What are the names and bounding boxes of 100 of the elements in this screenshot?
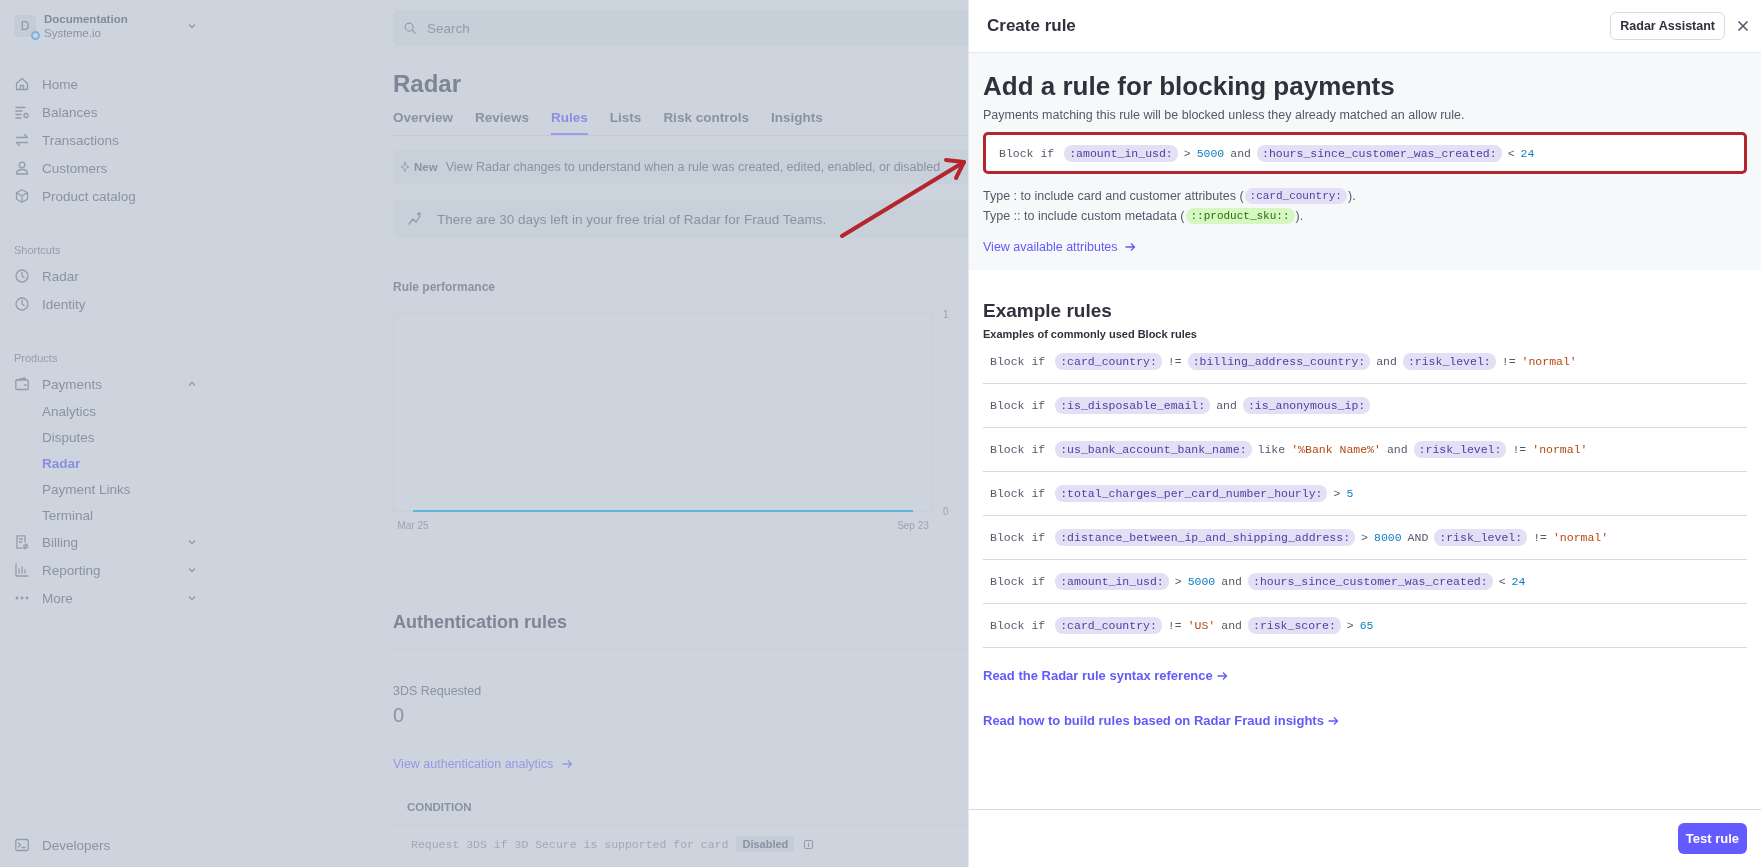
notice-text: View Radar changes to understand when a rule was created, edited, enabled, or disabled bbox=[445, 160, 941, 174]
string-value: 'normal' bbox=[1532, 443, 1588, 456]
attribute-token: :hours_since_customer_was_created: bbox=[1248, 573, 1493, 590]
test-rule-button[interactable]: Test rule bbox=[1677, 823, 1747, 854]
clock-icon bbox=[14, 268, 30, 284]
rule-keyword: Block if bbox=[990, 443, 1046, 456]
attribute-token: :distance_between_ip_and_shipping_address: bbox=[1055, 529, 1356, 546]
panel-heading: Add a rule for blocking payments bbox=[983, 71, 1396, 102]
page-title: Radar bbox=[393, 70, 463, 98]
nav-item[interactable]: Customers bbox=[42, 160, 203, 176]
trial-text: There are 30 days left in your free trial of Radar for Fraud Teams. bbox=[437, 211, 827, 227]
attribute-token: :is_anonymous_ip: bbox=[1242, 397, 1371, 414]
operator: > bbox=[1333, 487, 1341, 500]
nav-item[interactable]: Identity bbox=[42, 296, 203, 312]
account-subtitle: Systeme.io bbox=[44, 26, 102, 40]
sparkle-icon bbox=[399, 161, 411, 173]
metric-value: 0 bbox=[393, 704, 406, 727]
tab[interactable]: Overview bbox=[393, 108, 454, 135]
tab[interactable]: Rules bbox=[551, 108, 588, 135]
string-value: '%Bank Name%' bbox=[1291, 443, 1381, 456]
nav-subitem[interactable]: Payment Links bbox=[42, 481, 131, 497]
operator: < bbox=[1498, 575, 1506, 588]
arrow-right-icon bbox=[1123, 241, 1136, 253]
operator: < bbox=[1507, 146, 1515, 160]
reference-link[interactable]: Read how to build rules based on Radar Fraud insights bbox=[983, 713, 1324, 728]
tab[interactable]: Reviews bbox=[475, 108, 530, 135]
cube-icon bbox=[14, 188, 30, 204]
nav-item[interactable]: Balances bbox=[42, 104, 203, 120]
section-title: Rule performance bbox=[393, 280, 497, 294]
nav-item[interactable]: Home bbox=[42, 76, 203, 92]
close-icon[interactable] bbox=[1737, 20, 1749, 32]
rule-keyword: Block if bbox=[990, 399, 1046, 412]
tab[interactable]: Lists bbox=[609, 108, 642, 135]
section-subtitle: Examples of commonly used Block rules bbox=[983, 328, 1198, 340]
attributes-link[interactable]: View available attributes bbox=[983, 240, 1118, 254]
panel-title: Create rule bbox=[987, 16, 1077, 36]
number-value: 5 bbox=[1346, 487, 1354, 500]
arrow-right-icon bbox=[1326, 714, 1339, 727]
attribute-token: :total_charges_per_card_number_hourly: bbox=[1055, 485, 1328, 502]
operator: != bbox=[1167, 355, 1182, 368]
tab[interactable]: Risk controls bbox=[663, 108, 749, 135]
operator: > bbox=[1361, 531, 1368, 544]
metric-label: 3DS Requested bbox=[393, 684, 483, 698]
new-label: New bbox=[414, 161, 438, 173]
operator: > bbox=[1174, 575, 1182, 588]
nav-subitem[interactable]: Terminal bbox=[42, 507, 93, 523]
nav-item[interactable]: Radar bbox=[42, 268, 203, 284]
nav-subitem[interactable]: Disputes bbox=[42, 429, 95, 445]
attribute-token: :risk_level: bbox=[1413, 441, 1507, 458]
nav-item[interactable]: More bbox=[42, 590, 175, 606]
number-value: 5000 bbox=[1187, 575, 1216, 588]
nav-item[interactable]: Payments bbox=[42, 376, 175, 392]
nav-item[interactable]: Billing bbox=[42, 534, 175, 550]
attribute-token: :hours_since_customer_was_created: bbox=[1257, 144, 1502, 162]
nav-item[interactable]: Reporting bbox=[42, 562, 175, 578]
nav-item[interactable]: Product catalog bbox=[42, 188, 203, 204]
sparkle-chart-icon bbox=[407, 211, 423, 227]
operator: > bbox=[1183, 146, 1191, 160]
number-value: 24 bbox=[1511, 575, 1526, 588]
info-icon bbox=[802, 837, 816, 851]
chevron-down-icon bbox=[187, 21, 197, 31]
tab[interactable]: Insights bbox=[770, 108, 823, 135]
rule-keyword: Block if bbox=[990, 531, 1046, 544]
wallet-icon bbox=[14, 376, 30, 392]
rule-keyword: Block if bbox=[990, 575, 1046, 588]
section-heading: Example rules bbox=[983, 300, 1113, 322]
string-value: 'normal' bbox=[1552, 531, 1609, 544]
nav-item[interactable]: Developers bbox=[42, 837, 203, 853]
assistant-button[interactable]: Radar Assistant bbox=[1610, 12, 1725, 40]
attribute-token: :amount_in_usd: bbox=[1064, 144, 1178, 162]
reference-link[interactable]: Read the Radar rule syntax reference bbox=[983, 668, 1213, 683]
attribute-token: :risk_level: bbox=[1434, 529, 1528, 546]
arrow-right-icon bbox=[561, 758, 574, 770]
attribute-token: :is_disposable_email: bbox=[1055, 397, 1211, 414]
operator: != bbox=[1501, 355, 1516, 368]
number-value: 5000 bbox=[1196, 146, 1225, 160]
attribute-token: :card_country: bbox=[1055, 353, 1162, 370]
attribute-token: :billing_address_country: bbox=[1187, 353, 1371, 370]
person-icon bbox=[14, 160, 30, 176]
account-name: Documentation bbox=[44, 12, 129, 26]
operator: != bbox=[1533, 531, 1547, 544]
rule-input-field[interactable]: Block if :amount_in_usd: > 5000 and :hours_since_customer_was_created: < 24 bbox=[983, 132, 1747, 174]
rule-keyword: Block if bbox=[990, 355, 1046, 368]
nav-item[interactable]: Transactions bbox=[42, 132, 203, 148]
attribute-token: :risk_score: bbox=[1248, 617, 1341, 634]
string-value: 'normal' bbox=[1521, 355, 1577, 368]
nav-subitem[interactable]: Analytics bbox=[42, 403, 97, 419]
operator: and bbox=[1230, 146, 1251, 160]
rule-keyword: Block if bbox=[990, 487, 1046, 500]
home-icon bbox=[14, 76, 30, 92]
arrow-right-icon bbox=[1215, 669, 1228, 682]
rule-keyword: Block if bbox=[999, 146, 1055, 160]
number-value: 8000 bbox=[1374, 531, 1402, 544]
number-value: 65 bbox=[1359, 619, 1374, 632]
hint-text: Type :: to include custom metadata ( ::product_sku:: ). bbox=[983, 208, 1305, 224]
arrows-icon bbox=[14, 132, 30, 148]
nav-subitem[interactable]: Radar bbox=[42, 455, 81, 471]
number-value: 24 bbox=[1520, 146, 1535, 160]
analytics-link[interactable]: View authentication analytics bbox=[393, 757, 554, 771]
attribute-token: :us_bank_account_bank_name: bbox=[1055, 441, 1252, 458]
